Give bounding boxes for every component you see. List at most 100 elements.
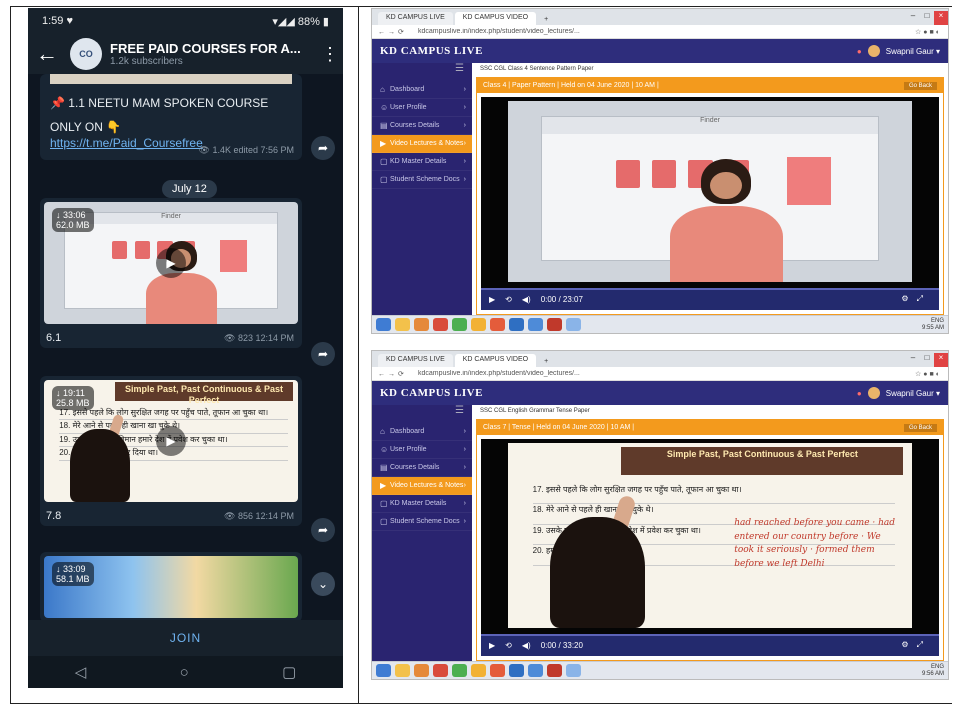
browser-tab-active[interactable]: KD CAMPUS VIDEO bbox=[454, 12, 537, 25]
course-link[interactable]: https://t.me/Paid_Coursefree bbox=[50, 136, 203, 150]
back-arrow-icon[interactable]: ← bbox=[36, 41, 62, 67]
video-message[interactable]: ↓ 33:09 58.1 MB bbox=[40, 552, 302, 622]
download-badge[interactable]: ↓ 19:11 25.8 MB bbox=[52, 386, 94, 410]
notification-icon[interactable]: ● bbox=[857, 389, 862, 398]
help-icon[interactable] bbox=[509, 318, 524, 331]
sidebar-item-master[interactable]: ▢ KD Master Details › bbox=[372, 495, 472, 513]
play-icon[interactable]: ▶ bbox=[489, 641, 495, 650]
address-bar[interactable]: ←→⟳ kdcampuslive.in/index.php/student/vi… bbox=[372, 367, 948, 381]
skip-icon[interactable]: ⟲ bbox=[505, 295, 512, 304]
video-thumbnail[interactable]: ↓ 33:09 58.1 MB bbox=[44, 556, 298, 618]
volume-icon[interactable]: ◀) bbox=[522, 295, 531, 304]
progress-bar[interactable] bbox=[481, 634, 939, 636]
new-tab-icon[interactable]: + bbox=[538, 14, 554, 25]
nav-back-icon[interactable]: ◁ bbox=[75, 663, 87, 681]
sidebar-item-profile[interactable]: ☺ User Profile › bbox=[372, 441, 472, 459]
video-message[interactable]: Finder ↓ 33:06 62.0 MB ▶ 6.1 👁 823 12:14 … bbox=[40, 198, 302, 348]
share-icon[interactable]: ➦ bbox=[311, 342, 335, 366]
url-text[interactable]: kdcampuslive.in/index.php/student/video_… bbox=[418, 370, 882, 377]
user-avatar[interactable] bbox=[867, 387, 880, 399]
close-icon[interactable]: × bbox=[934, 353, 948, 367]
app-icon[interactable] bbox=[547, 318, 562, 331]
progress-bar[interactable] bbox=[481, 288, 939, 290]
app-icon[interactable] bbox=[433, 318, 448, 331]
user-avatar[interactable] bbox=[867, 45, 880, 57]
nav-home-icon[interactable]: ○ bbox=[180, 664, 189, 681]
sidebar-item-scheme[interactable]: ▢ Student Scheme Docs › bbox=[372, 513, 472, 531]
go-back-button[interactable]: Go Back bbox=[903, 423, 937, 432]
app-icon[interactable] bbox=[528, 664, 543, 677]
sidebar-item-master[interactable]: ▢ KD Master Details › bbox=[372, 153, 472, 171]
app-icon[interactable] bbox=[471, 318, 486, 331]
folder-icon[interactable] bbox=[395, 318, 410, 331]
user-menu[interactable]: Swapnil Gaur ▾ bbox=[886, 47, 940, 56]
extension-icons[interactable]: ☆●■◐ bbox=[882, 28, 942, 36]
address-bar[interactable]: ←→⟳ kdcampuslive.in/index.php/student/vi… bbox=[372, 25, 948, 39]
maximize-icon[interactable]: □ bbox=[920, 11, 934, 25]
close-icon[interactable]: × bbox=[934, 11, 948, 25]
channel-title-block[interactable]: FREE PAID COURSES FOR A... 1.2k subscrib… bbox=[110, 41, 321, 67]
folder-icon[interactable] bbox=[395, 664, 410, 677]
chrome-icon[interactable] bbox=[452, 664, 467, 677]
maximize-icon[interactable]: □ bbox=[920, 353, 934, 367]
join-button[interactable]: JOIN bbox=[28, 620, 343, 656]
go-back-button[interactable]: Go Back bbox=[903, 81, 937, 90]
minimize-icon[interactable]: – bbox=[906, 11, 920, 25]
sidebar-item-video-lectures[interactable]: ▶ Video Lectures & Notes › bbox=[372, 135, 472, 153]
sidebar-item-dashboard[interactable]: ⌂ Dashboard › bbox=[372, 81, 472, 99]
user-menu[interactable]: Swapnil Gaur ▾ bbox=[886, 389, 940, 398]
nav-recent-icon[interactable]: ▢ bbox=[282, 663, 296, 681]
browser-tab[interactable]: KD CAMPUS LIVE bbox=[378, 12, 453, 25]
url-text[interactable]: kdcampuslive.in/index.php/student/video_… bbox=[418, 28, 882, 35]
sidebar-item-courses[interactable]: ▤ Courses Details › bbox=[372, 459, 472, 477]
nav-arrows-icon[interactable]: ←→⟳ bbox=[378, 370, 418, 378]
sidebar-item-video-lectures[interactable]: ▶ Video Lectures & Notes › bbox=[372, 477, 472, 495]
extension-icons[interactable]: ☆●■◐ bbox=[882, 370, 942, 378]
browser-tab-active[interactable]: KD CAMPUS VIDEO bbox=[454, 354, 537, 367]
video-thumbnail[interactable]: Finder ↓ 33:06 62.0 MB ▶ bbox=[44, 202, 298, 324]
chat-area[interactable]: 📌 1.1 NEETU MAM SPOKEN COURSE ONLY ON 👇 … bbox=[28, 74, 343, 622]
more-menu-icon[interactable]: ⋮ bbox=[321, 44, 339, 65]
brand-logo[interactable]: KD CAMPUS LIVE bbox=[380, 45, 483, 57]
minimize-icon[interactable]: – bbox=[906, 353, 920, 367]
app-icon[interactable] bbox=[414, 318, 429, 331]
app-icon[interactable] bbox=[566, 664, 581, 677]
app-icon[interactable] bbox=[490, 664, 505, 677]
app-icon[interactable] bbox=[547, 664, 562, 677]
video-message[interactable]: Simple Past, Past Continuous & Past Perf… bbox=[40, 376, 302, 526]
download-badge[interactable]: ↓ 33:09 58.1 MB bbox=[52, 562, 94, 586]
scroll-down-icon[interactable]: ⌄ bbox=[311, 572, 335, 596]
video-thumbnail[interactable]: Simple Past, Past Continuous & Past Perf… bbox=[44, 380, 298, 502]
sidebar-item-courses[interactable]: ▤ Courses Details › bbox=[372, 117, 472, 135]
help-icon[interactable] bbox=[509, 664, 524, 677]
volume-icon[interactable]: ◀) bbox=[522, 641, 531, 650]
skip-icon[interactable]: ⟲ bbox=[505, 641, 512, 650]
start-icon[interactable] bbox=[376, 664, 391, 677]
chrome-icon[interactable] bbox=[452, 318, 467, 331]
menu-toggle-icon[interactable]: ☰ bbox=[372, 63, 472, 81]
app-icon[interactable] bbox=[490, 318, 505, 331]
video-player[interactable]: Finder ▶ ⟲ ◀) 0:00 / 23:07 ⚙⤢ bbox=[481, 97, 939, 310]
brand-logo[interactable]: KD CAMPUS LIVE bbox=[380, 387, 483, 399]
app-icon[interactable] bbox=[433, 664, 448, 677]
play-icon[interactable]: ▶ bbox=[489, 295, 495, 304]
app-icon[interactable] bbox=[471, 664, 486, 677]
sidebar-item-profile[interactable]: ☺ User Profile › bbox=[372, 99, 472, 117]
browser-tab[interactable]: KD CAMPUS LIVE bbox=[378, 354, 453, 367]
settings-fullscreen-icons[interactable]: ⚙⤢ bbox=[901, 640, 931, 650]
nav-arrows-icon[interactable]: ←→⟳ bbox=[378, 28, 418, 36]
video-player[interactable]: Simple Past, Past Continuous & Past Perf… bbox=[481, 439, 939, 656]
play-icon[interactable]: ▶ bbox=[156, 426, 186, 456]
app-icon[interactable] bbox=[414, 664, 429, 677]
app-icon[interactable] bbox=[528, 318, 543, 331]
menu-toggle-icon[interactable]: ☰ bbox=[372, 405, 472, 423]
play-icon[interactable]: ▶ bbox=[156, 248, 186, 278]
notification-icon[interactable]: ● bbox=[857, 47, 862, 56]
sidebar-item-dashboard[interactable]: ⌂ Dashboard › bbox=[372, 423, 472, 441]
start-icon[interactable] bbox=[376, 318, 391, 331]
app-icon[interactable] bbox=[566, 318, 581, 331]
share-icon[interactable]: ➦ bbox=[311, 518, 335, 542]
sidebar-item-scheme[interactable]: ▢ Student Scheme Docs › bbox=[372, 171, 472, 189]
share-icon[interactable]: ➦ bbox=[311, 136, 335, 160]
new-tab-icon[interactable]: + bbox=[538, 356, 554, 367]
